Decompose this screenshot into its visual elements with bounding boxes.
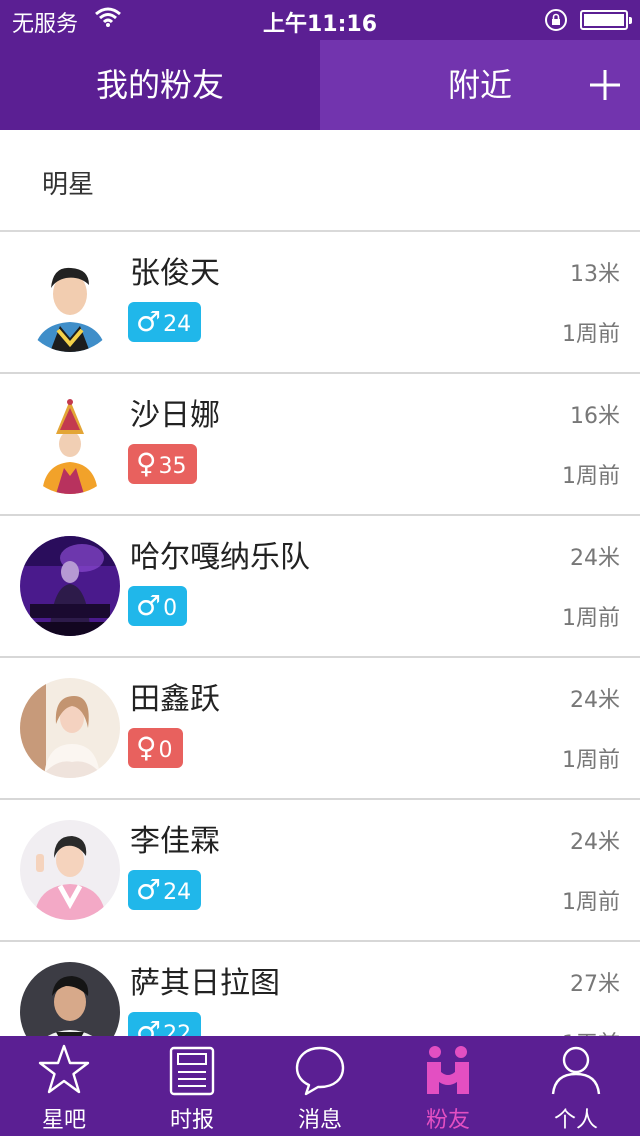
- avatar: [20, 820, 120, 920]
- tab-star-bar[interactable]: 星吧: [0, 1036, 128, 1136]
- list-item[interactable]: 田鑫跃 ♀0 24米 1周前: [0, 658, 640, 800]
- female-icon: ♀: [136, 731, 157, 764]
- gender-badge: ♀35: [128, 444, 197, 484]
- row-name: 萨其日拉图: [130, 966, 280, 1001]
- rotation-lock-icon: [545, 9, 567, 31]
- tab-fans[interactable]: 粉友: [384, 1036, 512, 1136]
- badge-count: 24: [163, 880, 192, 905]
- female-icon: ♀: [136, 447, 157, 480]
- gender-badge: ♂0: [128, 586, 188, 626]
- row-name: 哈尔嘎纳乐队: [130, 540, 310, 575]
- news-icon: [169, 1046, 215, 1096]
- male-icon: ♂: [136, 589, 162, 622]
- tab-label: 消息: [297, 1108, 342, 1133]
- section-header: 明星: [0, 130, 640, 232]
- badge-count: 22: [163, 1022, 192, 1036]
- distance-label: 24米: [570, 830, 620, 855]
- person-icon: [551, 1046, 601, 1095]
- time-ago-label: 1天前: [562, 1026, 620, 1036]
- list-item[interactable]: 张俊天 ♂24 13米 1周前: [0, 232, 640, 374]
- badge-count: 35: [158, 454, 187, 479]
- bottom-tab-bar: 星吧 时报 消息 粉友 个人: [0, 1036, 640, 1136]
- status-bar: 无服务 上午11:16: [0, 0, 640, 40]
- plus-icon[interactable]: [580, 60, 630, 110]
- row-name: 张俊天: [130, 256, 220, 291]
- tab-messages[interactable]: 消息: [256, 1036, 384, 1136]
- celebrity-list: 张俊天 ♂24 13米 1周前 沙日娜 ♀35 16米 1周前 哈尔嘎纳乐队 ♂…: [0, 232, 640, 1036]
- time-ago-label: 1周前: [562, 606, 620, 631]
- row-name: 田鑫跃: [130, 682, 220, 717]
- avatar: [20, 962, 120, 1036]
- list-item[interactable]: 萨其日拉图 ♂22 27米 1天前: [0, 942, 640, 1036]
- gender-badge: ♂24: [128, 302, 202, 342]
- gender-badge: ♀0: [128, 728, 183, 768]
- male-icon: ♂: [136, 873, 162, 906]
- badge-count: 0: [158, 738, 173, 763]
- star-icon: [38, 1044, 90, 1094]
- distance-label: 13米: [570, 262, 620, 287]
- list-item[interactable]: 哈尔嘎纳乐队 ♂0 24米 1周前: [0, 516, 640, 658]
- distance-label: 16米: [570, 404, 620, 429]
- distance-label: 24米: [570, 546, 620, 571]
- tab-header: 我的粉友 附近: [0, 40, 640, 130]
- row-name: 沙日娜: [130, 398, 220, 433]
- distance-label: 24米: [570, 688, 620, 713]
- section-title: 明星: [42, 170, 95, 200]
- tab-label: 时报: [169, 1108, 214, 1133]
- time-ago-label: 1周前: [562, 322, 620, 347]
- distance-label: 27米: [570, 972, 620, 997]
- avatar: [20, 394, 120, 494]
- tab-label: 星吧: [41, 1108, 86, 1133]
- chat-icon: [295, 1046, 345, 1096]
- time-ago-label: 1周前: [562, 890, 620, 915]
- avatar: [20, 252, 120, 352]
- avatar: [20, 536, 120, 636]
- battery-icon: [580, 10, 632, 30]
- gender-badge: ♂24: [128, 870, 202, 910]
- male-icon: ♂: [136, 305, 162, 338]
- list-item[interactable]: 李佳霖 ♂24 24米 1周前: [0, 800, 640, 942]
- tab-news[interactable]: 时报: [128, 1036, 256, 1136]
- male-icon: ♂: [136, 1015, 162, 1036]
- badge-count: 24: [163, 312, 192, 337]
- fans-icon: [427, 1046, 469, 1094]
- tab-label: 粉友: [425, 1108, 470, 1133]
- list-item[interactable]: 沙日娜 ♀35 16米 1周前: [0, 374, 640, 516]
- tab-label: 个人: [553, 1108, 598, 1133]
- gender-badge: ♂22: [128, 1012, 202, 1036]
- badge-count: 0: [163, 596, 178, 621]
- tab-my-fans[interactable]: 我的粉友: [0, 40, 320, 130]
- avatar: [20, 678, 120, 778]
- time-ago-label: 1周前: [562, 464, 620, 489]
- time-ago-label: 1周前: [562, 748, 620, 773]
- tab-profile[interactable]: 个人: [512, 1036, 640, 1136]
- row-name: 李佳霖: [130, 824, 220, 859]
